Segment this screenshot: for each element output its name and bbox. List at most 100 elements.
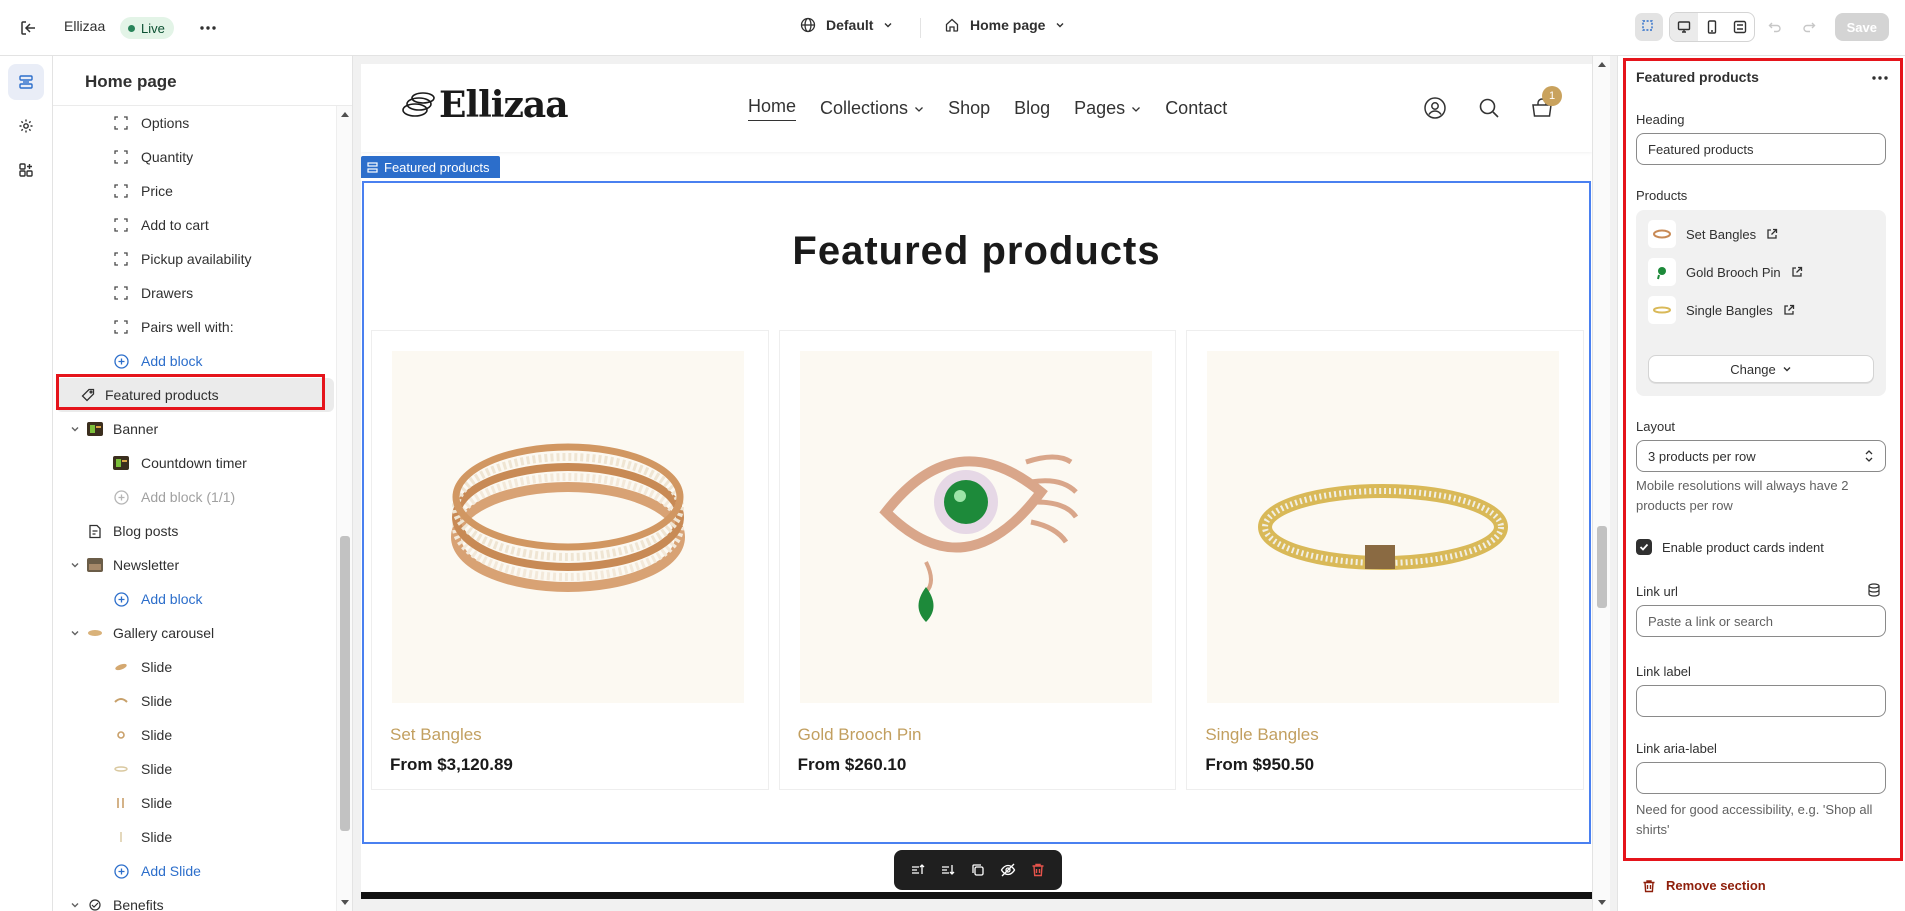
chevron-down-icon[interactable] <box>69 559 81 571</box>
fullscreen-icon[interactable] <box>1726 13 1754 41</box>
nav-shop[interactable]: Shop <box>948 96 990 121</box>
section-icon <box>367 161 378 173</box>
tree-item-label: Benefits <box>113 897 164 911</box>
tree-item[interactable]: Quantity <box>53 140 337 174</box>
page-selector[interactable]: Home page <box>944 17 1065 33</box>
tree-item[interactable]: Price <box>53 174 337 208</box>
editor-tools: Save <box>1634 12 1889 42</box>
tree-item-label: Slide <box>141 659 173 675</box>
nav-home[interactable]: Home <box>748 96 797 121</box>
desktop-icon[interactable] <box>1669 13 1698 41</box>
chevron-down-icon[interactable] <box>69 423 81 435</box>
product-name[interactable]: Single Bangles <box>1205 725 1318 745</box>
exit-icon[interactable] <box>16 16 40 40</box>
tree-item-slide[interactable]: Slide <box>53 650 337 684</box>
image-icon <box>87 897 103 911</box>
block-icon <box>113 285 129 301</box>
scroll-up-arrow-icon[interactable] <box>341 112 349 117</box>
sections-sidebar: Home page Options Quantity Price Add to … <box>53 56 353 911</box>
nav-pages[interactable]: Pages <box>1074 96 1141 121</box>
scroll-thumb[interactable] <box>1597 526 1607 608</box>
nav-blog[interactable]: Blog <box>1014 96 1050 121</box>
add-slide-button[interactable]: Add Slide <box>53 854 337 888</box>
more-actions-icon[interactable] <box>196 16 220 40</box>
chevron-down-icon <box>1056 23 1064 28</box>
theme-selector[interactable]: Default <box>800 17 893 33</box>
product-price: From $260.10 <box>797 755 907 774</box>
chevron-down-icon[interactable] <box>69 899 81 911</box>
block-icon <box>113 149 129 165</box>
tree-item-label: Add Slide <box>141 863 201 879</box>
chevron-down-icon <box>884 23 892 28</box>
top-bar: Ellizaa Live Default Home page Save <box>0 0 1905 56</box>
tree-item[interactable]: Countdown timer <box>53 446 337 480</box>
scroll-down-arrow-icon[interactable] <box>1598 900 1606 905</box>
divider <box>920 18 921 38</box>
scroll-thumb[interactable] <box>340 536 350 831</box>
tree-item-label: Slide <box>141 761 173 777</box>
tree-item-gallery-carousel[interactable]: Gallery carousel <box>53 616 337 650</box>
add-block-button[interactable]: Add block <box>53 582 337 616</box>
image-icon <box>113 795 129 811</box>
tree-item-label: Quantity <box>141 149 194 165</box>
tree-item-slide[interactable]: Slide <box>53 718 337 752</box>
save-button[interactable]: Save <box>1834 13 1889 41</box>
live-dot-icon <box>128 24 135 32</box>
tree-item-benefits[interactable]: Benefits <box>53 888 337 911</box>
undo-icon[interactable] <box>1761 13 1789 41</box>
tree-item[interactable]: Pickup availability <box>53 242 337 276</box>
scroll-down-arrow-icon[interactable] <box>341 900 349 905</box>
product-name[interactable]: Gold Brooch Pin <box>798 725 922 745</box>
section-tag[interactable]: Featured products <box>361 156 500 178</box>
duplicate-icon[interactable] <box>970 862 986 878</box>
chevron-down-icon[interactable] <box>69 627 81 639</box>
settings-gear-icon[interactable] <box>8 108 44 144</box>
product-image[interactable] <box>799 351 1152 703</box>
account-icon[interactable] <box>1423 96 1447 120</box>
move-up-icon[interactable] <box>910 862 926 878</box>
tree-item[interactable]: Options <box>53 106 337 140</box>
nav-contact[interactable]: Contact <box>1165 96 1227 121</box>
tree-item-blog-posts[interactable]: Blog posts <box>53 514 337 548</box>
product-card[interactable]: Gold Brooch Pin From $260.10 <box>778 330 1177 790</box>
remove-section-button[interactable]: Remove section <box>1642 878 1766 893</box>
tree-item[interactable]: Drawers <box>53 276 337 310</box>
sections-icon[interactable] <box>8 64 44 100</box>
move-down-icon[interactable] <box>940 862 956 878</box>
apps-icon[interactable] <box>8 152 44 188</box>
store-name: Ellizaa <box>64 18 106 34</box>
section-tree: Options Quantity Price Add to cart Picku… <box>53 106 337 911</box>
search-icon[interactable] <box>1477 96 1501 120</box>
preview-scrollbar[interactable] <box>1592 56 1610 911</box>
tree-item-label: Countdown timer <box>141 455 247 471</box>
inspector-icon[interactable] <box>1634 13 1663 41</box>
tree-item-slide[interactable]: Slide <box>53 786 337 820</box>
tree-item[interactable]: Add to cart <box>53 208 337 242</box>
product-name[interactable]: Set Bangles <box>390 725 482 745</box>
tree-item[interactable]: Pairs well with: <box>53 310 337 344</box>
product-card[interactable]: Set Bangles From $3,120.89 <box>371 330 769 790</box>
tree-item-slide[interactable]: Slide <box>53 684 337 718</box>
store-logo[interactable]: Ellizaa <box>401 84 569 126</box>
product-card[interactable]: Single Bangles From $950.50 <box>1186 330 1585 790</box>
tree-item-slide[interactable]: Slide <box>53 752 337 786</box>
brooch-image-icon <box>879 454 1078 622</box>
tree-item-label: Add to cart <box>141 217 209 233</box>
delete-trash-icon[interactable] <box>1030 862 1046 878</box>
product-image[interactable] <box>392 351 744 703</box>
image-icon <box>87 557 103 573</box>
add-block-button[interactable]: Add block <box>53 344 337 378</box>
redo-icon[interactable] <box>1795 13 1823 41</box>
mobile-icon[interactable] <box>1698 13 1726 41</box>
image-icon <box>113 693 129 709</box>
nav-collections[interactable]: Collections <box>820 96 924 121</box>
tree-item-slide[interactable]: Slide <box>53 820 337 854</box>
sidebar-scrollbar[interactable] <box>336 106 352 911</box>
scroll-up-arrow-icon[interactable] <box>1598 62 1606 67</box>
section-tag-label: Featured products <box>384 159 490 175</box>
tree-item-newsletter[interactable]: Newsletter <box>53 548 337 582</box>
product-image[interactable] <box>1207 351 1560 703</box>
hide-eye-icon[interactable] <box>1000 862 1016 878</box>
trash-icon <box>1643 879 1655 892</box>
tree-item-banner[interactable]: Banner <box>53 412 337 446</box>
